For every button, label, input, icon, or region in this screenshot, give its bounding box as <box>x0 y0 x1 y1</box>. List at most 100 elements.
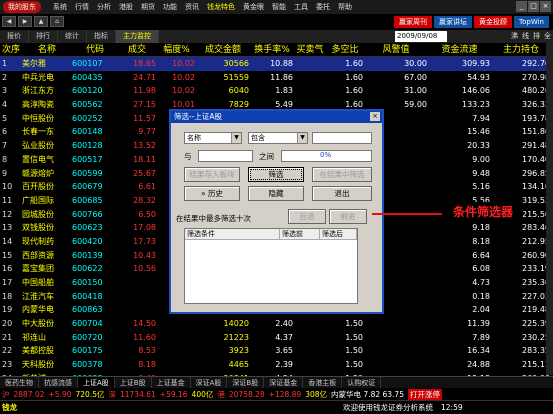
hide-button[interactable]: 隐藏 <box>248 186 304 201</box>
menu-item[interactable]: 功能 <box>163 2 177 12</box>
market-tab[interactable]: 上证A股 <box>78 377 115 388</box>
promo-button-1[interactable]: 赢家周刊 <box>394 16 433 28</box>
table-cell: 22 <box>2 346 13 356</box>
history-button[interactable]: » 历史 <box>184 186 240 201</box>
column-header[interactable]: 幅度% <box>158 43 197 56</box>
market-tab[interactable]: 深证B股 <box>227 377 265 388</box>
table-cell: 15.46 <box>467 127 490 137</box>
column-header[interactable]: 买卖气 <box>295 43 327 56</box>
right-link[interactable]: 排 <box>533 31 540 41</box>
history-label: 历史 <box>207 189 223 198</box>
filter-limit-note: 在结果中最多筛选十次 <box>176 214 251 223</box>
back-icon[interactable]: ◀ <box>2 16 16 27</box>
menu-item[interactable]: 工具 <box>294 2 308 12</box>
menu-item[interactable]: 黄金眼 <box>243 2 264 12</box>
dialog-close-icon[interactable]: × <box>370 112 380 121</box>
column-header[interactable]: 主力持仓 <box>492 43 553 56</box>
table-row[interactable]: 21 祁连山 600720 11.60 21223 4.37 1.50 7.89 230.25 <box>0 331 553 345</box>
value-input[interactable] <box>312 132 372 144</box>
promo-button-4[interactable]: TopWin <box>514 16 549 28</box>
save-to-plate-button[interactable]: 结果存入板块 <box>184 167 240 182</box>
market-tab[interactable]: 抗感流感 <box>39 377 78 388</box>
tab-2[interactable]: 综计 <box>58 30 87 43</box>
maximize-button[interactable]: □ <box>528 1 539 12</box>
menu-item[interactable]: 资讯 <box>185 2 199 12</box>
market-tab[interactable]: 深证A股 <box>191 377 228 388</box>
minimize-button[interactable]: _ <box>516 1 527 12</box>
tab-1[interactable]: 排行 <box>29 30 58 43</box>
menu-item[interactable]: 港股 <box>119 2 133 12</box>
tab-4[interactable]: 主力监控 <box>116 30 159 43</box>
table-cell: 600420 <box>72 236 103 246</box>
right-link[interactable]: 沸 <box>511 31 518 41</box>
right-link[interactable]: 线 <box>522 31 529 41</box>
filter-history-list[interactable]: 筛选条件 筛选前 筛选后 <box>184 228 358 304</box>
filter-in-result-button[interactable]: 在结果中筛选 <box>312 167 372 182</box>
column-header[interactable]: 次序 <box>0 43 22 56</box>
column-header[interactable]: 成交 <box>118 43 158 56</box>
tab-3[interactable]: 指标 <box>87 30 116 43</box>
column-header[interactable]: 代码 <box>72 43 118 56</box>
market-tab[interactable]: 认购权证 <box>342 377 382 388</box>
table-cell <box>295 344 327 358</box>
table-cell <box>295 317 327 331</box>
market-tab[interactable]: 上证B股 <box>115 377 152 388</box>
filter-button[interactable]: 筛选 <box>248 167 304 182</box>
table-cell: 8.53 <box>138 346 156 356</box>
market-tab[interactable]: 医药生物 <box>0 377 39 388</box>
column-header[interactable]: 名称 <box>22 43 72 56</box>
tab-0[interactable]: 报价 <box>0 30 29 43</box>
date-picker[interactable]: 2009/09/08 <box>395 31 447 42</box>
view-tabs: 报价 排行 综计 指标 主力监控 <box>0 30 553 43</box>
home-icon[interactable]: ⌂ <box>50 16 64 27</box>
column-header[interactable]: 资金流速 <box>429 43 492 56</box>
table-row[interactable]: 3 浙江东方 600120 11.98 10.02 6040 1.83 1.60 31.00 14… <box>0 84 553 98</box>
column-header[interactable]: 成交金额 <box>197 43 251 56</box>
table-row[interactable]: 1 美尔雅 600107 18.65 10.02 30566 10.88 1.60 30.00 3… <box>0 57 553 71</box>
table-row[interactable]: 2 中兵光电 600435 24.71 10.02 51559 11.86 1.60 67.00… <box>0 71 553 85</box>
table-cell: 西部资源 <box>22 250 54 260</box>
column-header[interactable]: 换手率% <box>251 43 295 56</box>
menu-item[interactable]: 系统 <box>53 2 67 12</box>
menu-item[interactable]: 期货 <box>141 2 155 12</box>
market-tab[interactable]: 香港主板 <box>303 377 343 388</box>
table-row[interactable]: 20 中大股份 600704 14.50 14020 2.40 1.50 11.39 225.3… <box>0 317 553 331</box>
menu-item[interactable]: 钱龙特色 <box>207 2 235 12</box>
table-cell: 600120 <box>72 86 103 96</box>
field-dropdown[interactable]: 名称 ▼ <box>184 132 242 144</box>
table-row[interactable]: 23 天科股份 600378 8.18 4465 2.39 1.50 24.88 215.11 <box>0 358 553 372</box>
menu-item[interactable]: 帮助 <box>338 2 352 12</box>
promo-button-3[interactable]: 黄金投顾 <box>474 16 513 28</box>
table-cell: 1.50 <box>345 346 363 356</box>
menu-item[interactable]: 分析 <box>97 2 111 12</box>
column-header[interactable]: 风警值 <box>365 43 429 56</box>
menu-item[interactable]: 委托 <box>316 2 330 12</box>
ticker-alert: 打开涨停 <box>407 388 442 400</box>
table-cell: 6.64 <box>472 250 490 260</box>
menu-item[interactable]: 智能 <box>272 2 286 12</box>
table-cell: 600704 <box>72 319 103 329</box>
operator-dropdown[interactable]: 包含 ▼ <box>248 132 308 144</box>
column-header[interactable]: 多空比 <box>327 43 365 56</box>
forward-button[interactable]: 前进 <box>329 209 367 224</box>
menu-item[interactable]: 行情 <box>75 2 89 12</box>
back-button[interactable]: 后退 <box>288 209 326 224</box>
forward-icon[interactable]: ▶ <box>18 16 32 27</box>
table-cell: 11.39 <box>467 319 490 329</box>
table-cell: 广船国际 <box>22 195 54 205</box>
app-logo[interactable]: 我的股东 <box>3 1 41 13</box>
table-cell: 13.52 <box>133 141 156 151</box>
right-link[interactable]: 全 <box>544 31 551 41</box>
vertical-scrollbar[interactable] <box>546 43 553 375</box>
table-cell <box>295 331 327 345</box>
market-tab[interactable]: 深证基金 <box>264 377 304 388</box>
range-to-input[interactable]: 0% <box>281 150 372 162</box>
close-button[interactable]: × <box>540 1 551 12</box>
up-icon[interactable]: ▲ <box>34 16 48 27</box>
table-cell: 百开股份 <box>22 182 54 192</box>
table-row[interactable]: 22 美都控股 600175 8.53 3923 3.65 1.50 16.34 283.35 <box>0 344 553 358</box>
exit-button[interactable]: 退出 <box>312 186 372 201</box>
promo-button-2[interactable]: 赢家讲坛 <box>434 16 473 28</box>
market-tab[interactable]: 上证基金 <box>152 377 191 388</box>
range-from-input[interactable] <box>198 150 253 162</box>
